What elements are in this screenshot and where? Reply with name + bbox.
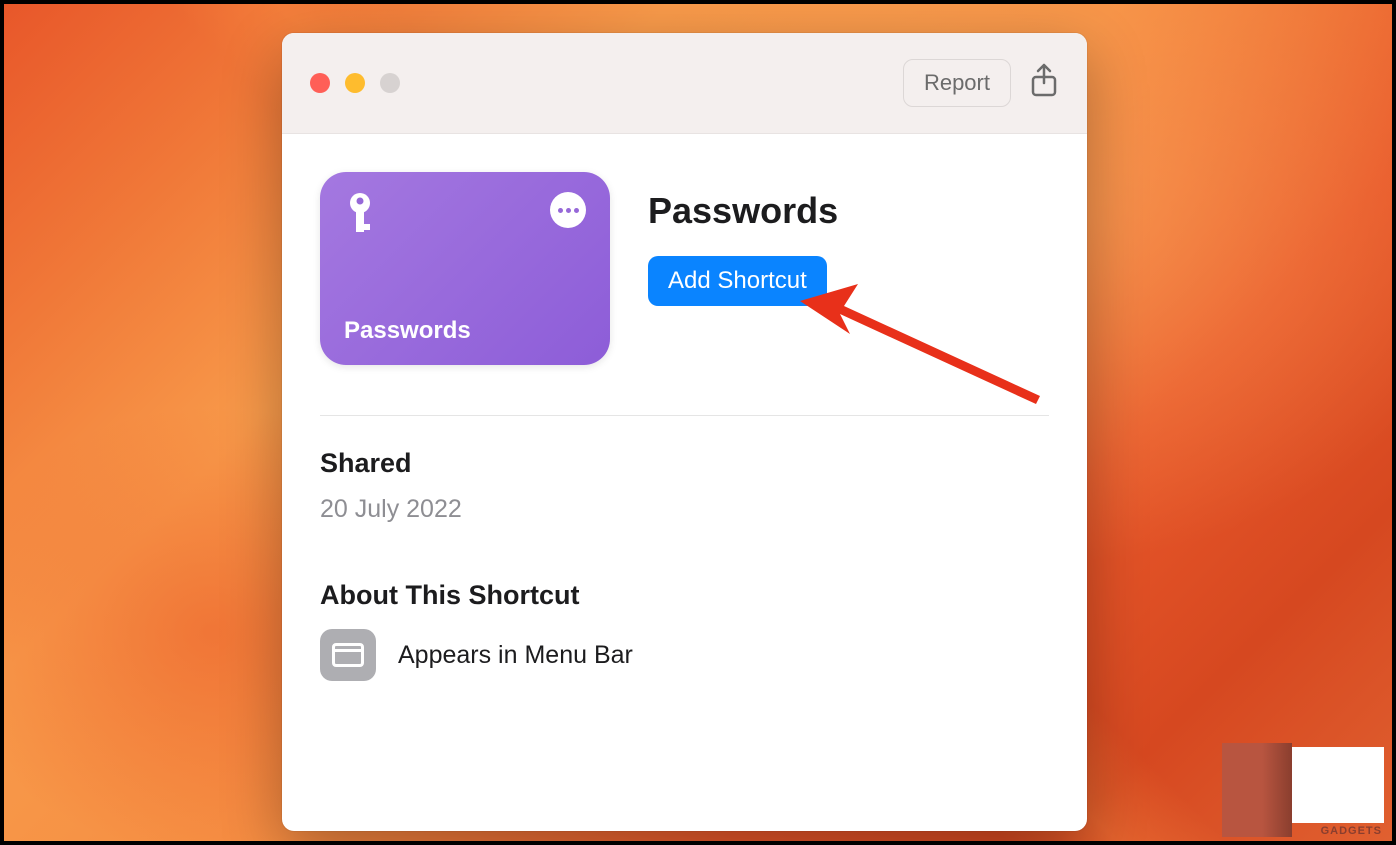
menubar-icon: [320, 629, 376, 681]
key-icon: [344, 192, 376, 241]
shared-date: 20 July 2022: [320, 495, 1049, 524]
window-minimize-button[interactable]: [345, 73, 365, 93]
traffic-lights: [310, 73, 400, 93]
window-maximize-button[interactable]: [380, 73, 400, 93]
share-icon[interactable]: [1029, 63, 1059, 104]
shortcut-hero: Passwords Passwords Add Shortcut: [320, 172, 1049, 365]
about-row: Appears in Menu Bar: [320, 629, 1049, 681]
about-text: Appears in Menu Bar: [398, 641, 633, 670]
add-shortcut-button[interactable]: Add Shortcut: [648, 256, 827, 306]
shortcut-title: Passwords: [648, 190, 838, 232]
card-title: Passwords: [344, 317, 586, 345]
window-content: Passwords Passwords Add Shortcut Shared …: [282, 134, 1087, 719]
titlebar-actions: Report: [903, 59, 1059, 107]
shared-heading: Shared: [320, 448, 1049, 479]
shortcut-detail-window: Report: [282, 33, 1087, 831]
card-header: [344, 192, 586, 241]
watermark-text: GADGETS: [1321, 825, 1382, 837]
watermark: GADGETS: [1222, 743, 1384, 837]
window-titlebar: Report: [282, 33, 1087, 134]
shortcut-card[interactable]: Passwords: [320, 172, 610, 365]
more-icon[interactable]: [550, 192, 586, 228]
about-heading: About This Shortcut: [320, 580, 1049, 611]
report-button[interactable]: Report: [903, 59, 1011, 107]
shortcut-info: Passwords Add Shortcut: [648, 172, 838, 306]
divider: [320, 415, 1049, 416]
window-close-button[interactable]: [310, 73, 330, 93]
